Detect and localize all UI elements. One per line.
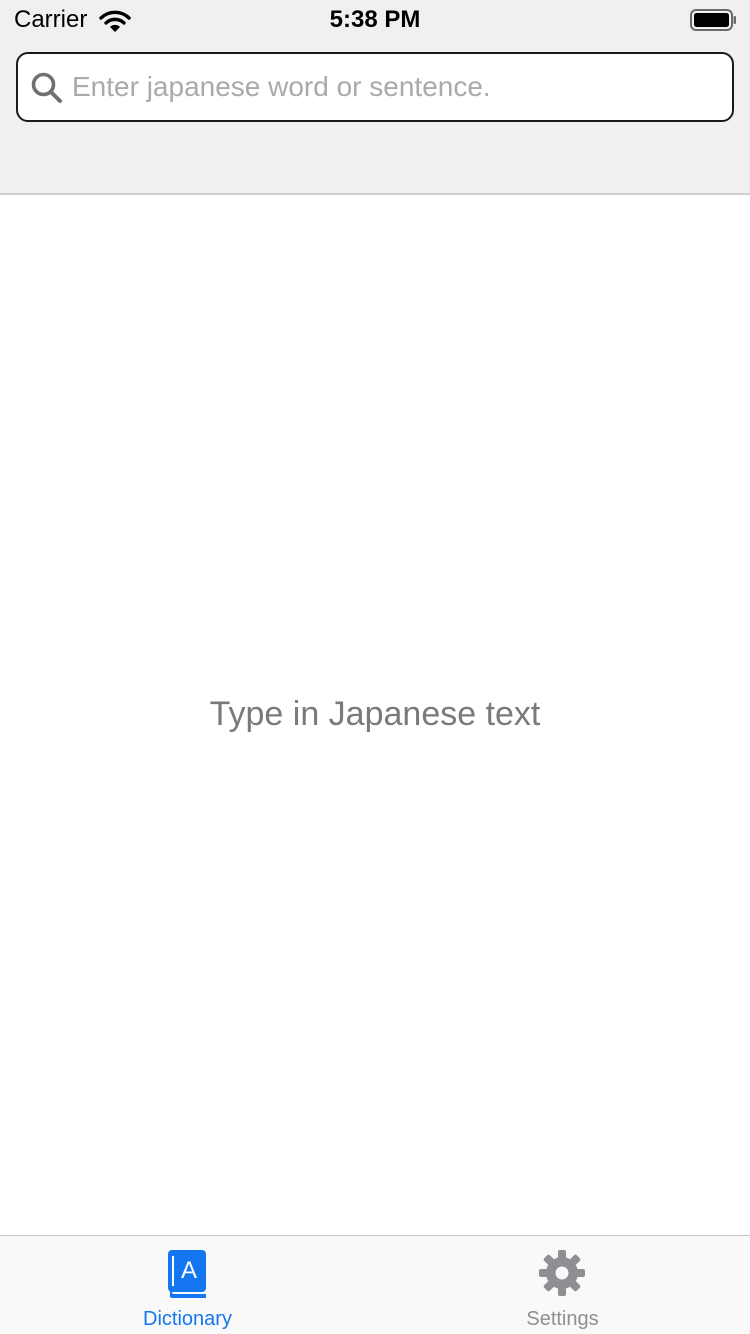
tab-settings[interactable]: Settings (375, 1236, 750, 1334)
dictionary-book-icon: A (168, 1250, 206, 1298)
tab-bar: A Dictionary Settings (0, 1235, 750, 1334)
status-time: 5:38 PM (329, 6, 421, 33)
search-input[interactable] (72, 64, 722, 110)
tab-dictionary[interactable]: A Dictionary (0, 1236, 375, 1334)
svg-text:A: A (181, 1257, 197, 1284)
tab-settings-label: Settings (526, 1308, 599, 1330)
gear-icon (539, 1250, 585, 1296)
search-icon (31, 72, 62, 103)
search-header (0, 40, 750, 195)
battery-full-icon (690, 9, 736, 31)
tab-dictionary-label: Dictionary (143, 1308, 232, 1330)
search-field[interactable] (16, 52, 734, 122)
empty-state-message: Type in Japanese text (209, 695, 541, 733)
status-bar: Carrier 5:38 PM (0, 0, 750, 40)
